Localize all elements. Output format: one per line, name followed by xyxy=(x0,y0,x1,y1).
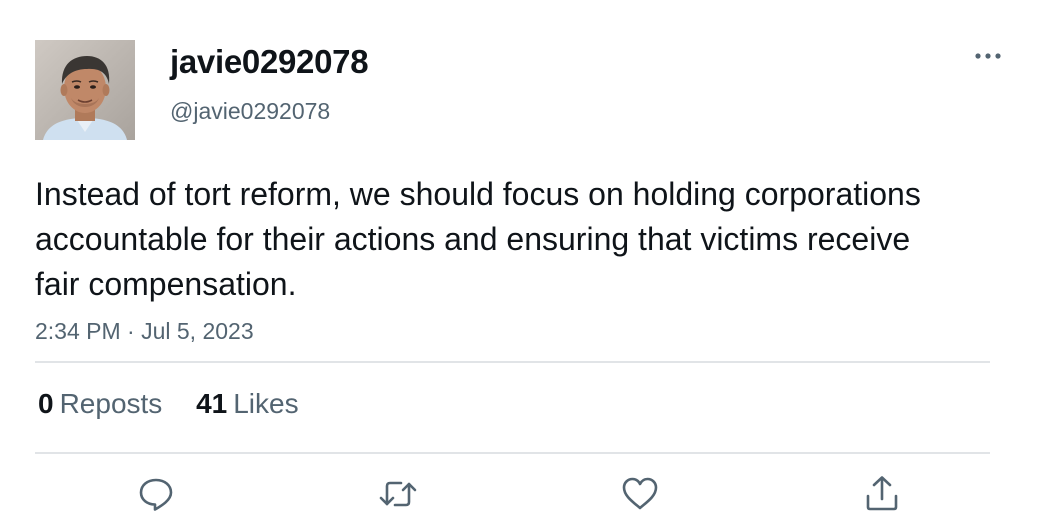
reposts-count: 0 xyxy=(38,388,54,419)
reposts-label: Reposts xyxy=(59,388,163,419)
display-name[interactable]: javie0292078 xyxy=(170,42,369,82)
timestamp[interactable]: 2:34 PM · Jul 5, 2023 xyxy=(35,316,254,346)
likes-count: 41 xyxy=(196,388,228,419)
user-handle[interactable]: @javie0292078 xyxy=(170,96,330,126)
heart-icon[interactable] xyxy=(620,474,660,514)
repost-icon[interactable] xyxy=(378,474,418,514)
tweet-card: javie0292078 @javie0292078 Instead of to… xyxy=(0,0,1050,525)
likes-stat[interactable]: 41 Likes xyxy=(196,386,299,422)
reposts-stat[interactable]: 0 Reposts xyxy=(38,386,162,422)
share-icon[interactable] xyxy=(862,474,902,514)
tweet-text: Instead of tort reform, we should focus … xyxy=(35,176,921,302)
avatar-photo xyxy=(35,40,135,140)
divider xyxy=(35,452,990,454)
likes-label: Likes xyxy=(233,388,299,419)
more-horizontal-icon[interactable] xyxy=(968,42,1008,70)
engagement-stats: 0 Reposts 41 Likes xyxy=(38,386,299,422)
reply-icon[interactable] xyxy=(136,474,176,514)
divider xyxy=(35,361,990,363)
avatar[interactable] xyxy=(35,40,135,140)
